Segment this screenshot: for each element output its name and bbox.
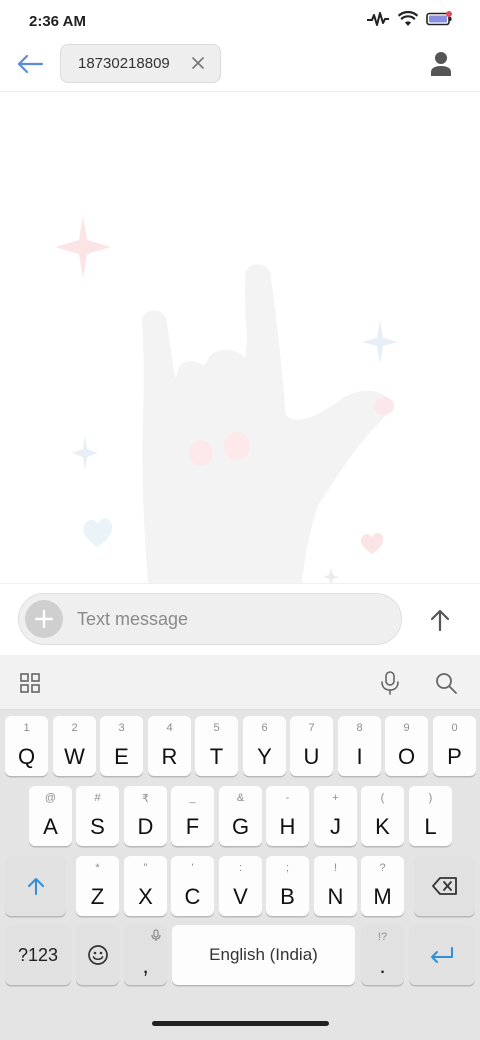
status-time: 2:36 AM <box>29 13 86 30</box>
key-f[interactable]: _ F <box>171 786 214 846</box>
key-p[interactable]: 0P <box>433 716 476 776</box>
key-u[interactable]: 7U <box>290 716 333 776</box>
emoji-key[interactable] <box>76 925 119 985</box>
key-y[interactable]: 6Y <box>243 716 286 776</box>
key-s[interactable]: # S <box>76 786 119 846</box>
send-button[interactable] <box>422 604 458 636</box>
key-k[interactable]: (K <box>361 786 404 846</box>
arrow-up-icon <box>430 609 450 632</box>
battery-icon <box>426 11 452 26</box>
space-key[interactable]: English (India) <box>172 925 355 985</box>
keyboard: 1Q 2W 3E 4R 5T 6Y 7U 8I 9O 0P @ A # S ₹ D _… <box>0 655 480 1040</box>
enter-icon <box>431 947 453 963</box>
empty-conversation-illustration <box>55 216 398 585</box>
period-key[interactable]: !? . <box>361 925 404 985</box>
key-v[interactable]: :V <box>219 856 262 916</box>
key-m[interactable]: ? M <box>361 856 404 916</box>
status-bar: 2:36 AM <box>0 0 480 40</box>
key-w[interactable]: 2W <box>53 716 96 776</box>
enter-key[interactable] <box>409 925 475 985</box>
back-button[interactable] <box>12 48 48 80</box>
shift-icon <box>27 878 44 895</box>
key-g[interactable]: & G <box>219 786 262 846</box>
person-icon <box>431 52 451 76</box>
key-l[interactable]: ) L <box>409 786 452 846</box>
microphone-icon <box>381 671 399 695</box>
comma-key[interactable]: , <box>124 925 167 985</box>
add-contact-button[interactable] <box>428 50 454 78</box>
home-indicator[interactable] <box>152 1021 329 1026</box>
recipient-chip[interactable]: 18730218809 <box>60 44 221 83</box>
arrow-left-icon <box>17 54 44 74</box>
message-input[interactable]: Text message <box>77 594 188 644</box>
search-icon <box>436 673 457 694</box>
key-e[interactable]: 3E <box>100 716 143 776</box>
key-t[interactable]: 5T <box>195 716 238 776</box>
plus-icon <box>35 610 53 628</box>
grid-icon <box>20 673 40 693</box>
activity-icon <box>367 12 389 26</box>
emoji-icon <box>87 945 108 965</box>
add-attachment-button[interactable] <box>25 600 63 638</box>
key-o[interactable]: 9O <box>385 716 428 776</box>
key-i[interactable]: 8I <box>338 716 381 776</box>
key-j[interactable]: + J <box>314 786 357 846</box>
microphone-icon <box>151 929 161 941</box>
keyboard-search-button[interactable] <box>432 669 460 697</box>
message-field[interactable]: Text message <box>18 593 402 645</box>
keyboard-menu-button[interactable] <box>16 669 44 697</box>
navigation-bar <box>0 1014 480 1040</box>
symbols-key[interactable]: ?123 <box>5 925 71 985</box>
status-icons <box>366 11 454 27</box>
key-z[interactable]: * Z <box>76 856 119 916</box>
keyboard-toolbar <box>0 655 480 710</box>
key-c[interactable]: ' C <box>171 856 214 916</box>
key-b[interactable]: ; B <box>266 856 309 916</box>
recipient-number: 18730218809 <box>78 55 170 72</box>
key-q[interactable]: 1Q <box>5 716 48 776</box>
close-icon <box>192 57 204 69</box>
compose-bar: Text message <box>0 583 480 655</box>
remove-recipient-button[interactable] <box>190 55 206 71</box>
key-r[interactable]: 4R <box>148 716 191 776</box>
key-h[interactable]: -H <box>266 786 309 846</box>
conversation-header: 18730218809 <box>0 40 480 92</box>
backspace-key[interactable] <box>414 856 475 916</box>
key-d[interactable]: ₹ D <box>124 786 167 846</box>
key-a[interactable]: @ A <box>29 786 72 846</box>
key-n[interactable]: ! N <box>314 856 357 916</box>
shift-key[interactable] <box>5 856 66 916</box>
voice-input-button[interactable] <box>376 669 404 697</box>
wifi-icon <box>398 11 418 26</box>
backspace-icon <box>431 877 457 895</box>
key-x[interactable]: " X <box>124 856 167 916</box>
